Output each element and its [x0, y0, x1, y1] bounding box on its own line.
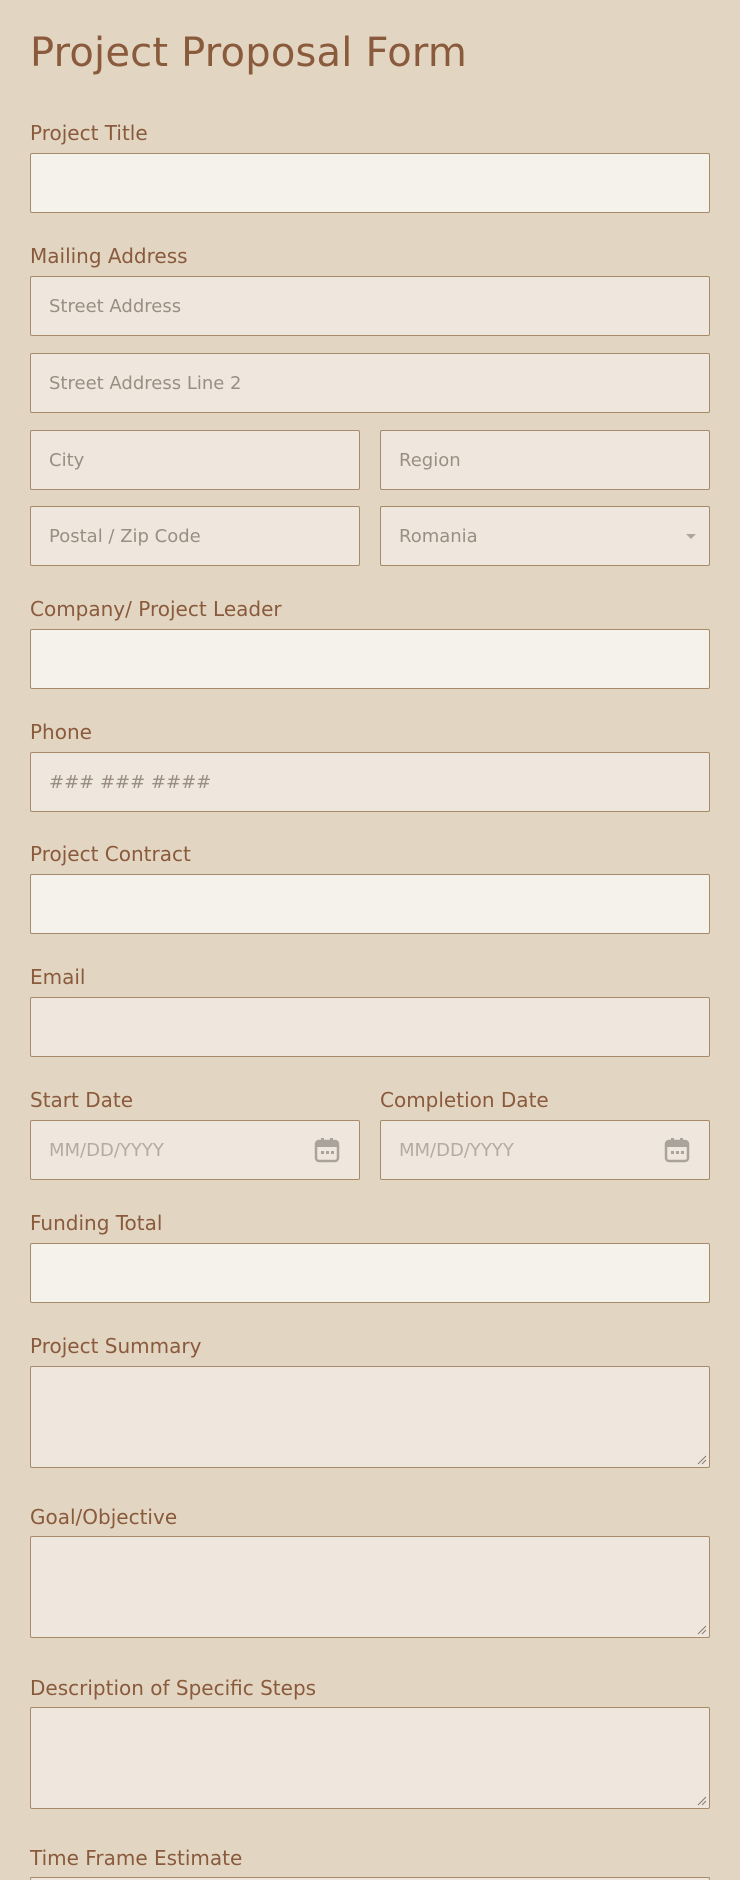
funding-total-input[interactable]: [30, 1243, 710, 1303]
calendar-icon[interactable]: [663, 1136, 691, 1164]
completion-date-placeholder: MM/DD/YYYY: [399, 1139, 514, 1161]
resize-grip-icon[interactable]: [697, 1625, 707, 1635]
project-title-input[interactable]: [30, 153, 710, 213]
project-contract-input[interactable]: [30, 874, 710, 934]
completion-date-label: Completion Date: [380, 1088, 549, 1112]
funding-total-label: Funding Total: [30, 1211, 163, 1235]
project-contract-label: Project Contract: [30, 842, 191, 866]
project-leader-input[interactable]: [30, 629, 710, 689]
specific-steps-textarea[interactable]: [30, 1707, 710, 1809]
phone-label: Phone: [30, 720, 92, 744]
country-select[interactable]: Romania: [380, 506, 710, 566]
time-frame-label: Time Frame Estimate: [30, 1846, 243, 1870]
city-input[interactable]: City: [30, 430, 360, 490]
page-title: Project Proposal Form: [30, 30, 468, 76]
specific-steps-label: Description of Specific Steps: [30, 1676, 317, 1700]
completion-date-input[interactable]: MM/DD/YYYY: [380, 1120, 710, 1180]
start-date-label: Start Date: [30, 1088, 134, 1112]
email-label: Email: [30, 965, 86, 989]
project-title-label: Project Title: [30, 121, 148, 145]
project-summary-label: Project Summary: [30, 1334, 202, 1358]
email-input[interactable]: [30, 997, 710, 1057]
region-input[interactable]: Region: [380, 430, 710, 490]
mailing-address-label: Mailing Address: [30, 244, 188, 268]
chevron-down-icon: [686, 534, 696, 539]
resize-grip-icon[interactable]: [697, 1455, 707, 1465]
goal-objective-textarea[interactable]: [30, 1536, 710, 1638]
street-address-line2-input[interactable]: Street Address Line 2: [30, 353, 710, 413]
calendar-icon[interactable]: [313, 1136, 341, 1164]
start-date-input[interactable]: MM/DD/YYYY: [30, 1120, 360, 1180]
goal-objective-label: Goal/Objective: [30, 1505, 178, 1529]
street-address-input[interactable]: Street Address: [30, 276, 710, 336]
project-summary-textarea[interactable]: [30, 1366, 710, 1468]
postal-code-input[interactable]: Postal / Zip Code: [30, 506, 360, 566]
project-leader-label: Company/ Project Leader: [30, 597, 282, 621]
start-date-placeholder: MM/DD/YYYY: [49, 1139, 164, 1161]
resize-grip-icon[interactable]: [697, 1796, 707, 1806]
phone-input[interactable]: ### ### ####: [30, 752, 710, 812]
country-select-value: Romania: [399, 525, 478, 547]
